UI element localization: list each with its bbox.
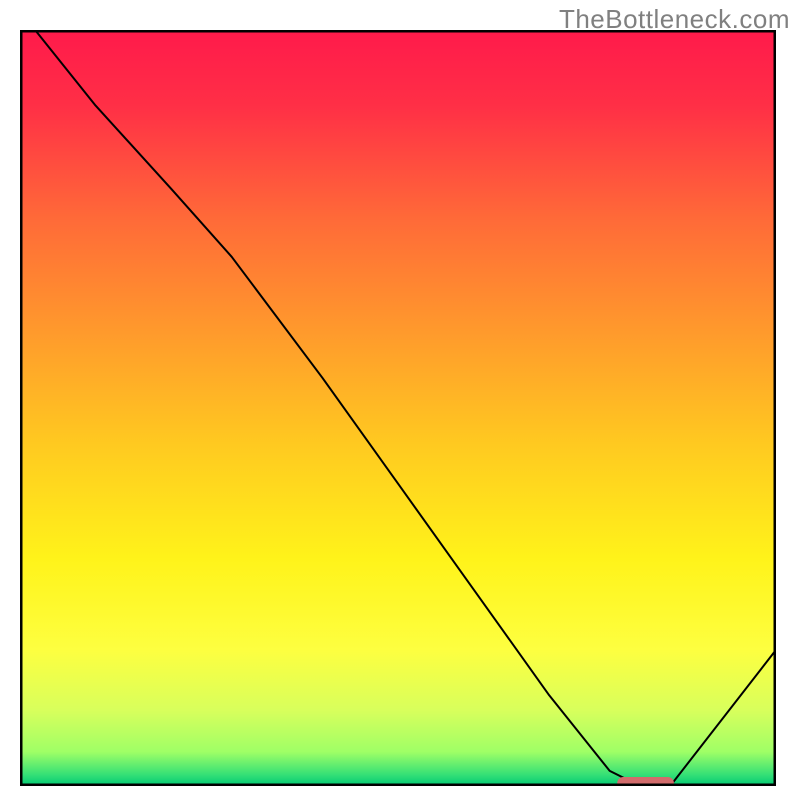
chart-svg <box>20 30 776 786</box>
plot-area <box>20 30 776 786</box>
watermark-text: TheBottleneck.com <box>559 4 790 35</box>
chart-container: TheBottleneck.com <box>0 0 800 800</box>
gradient-background <box>20 30 776 786</box>
